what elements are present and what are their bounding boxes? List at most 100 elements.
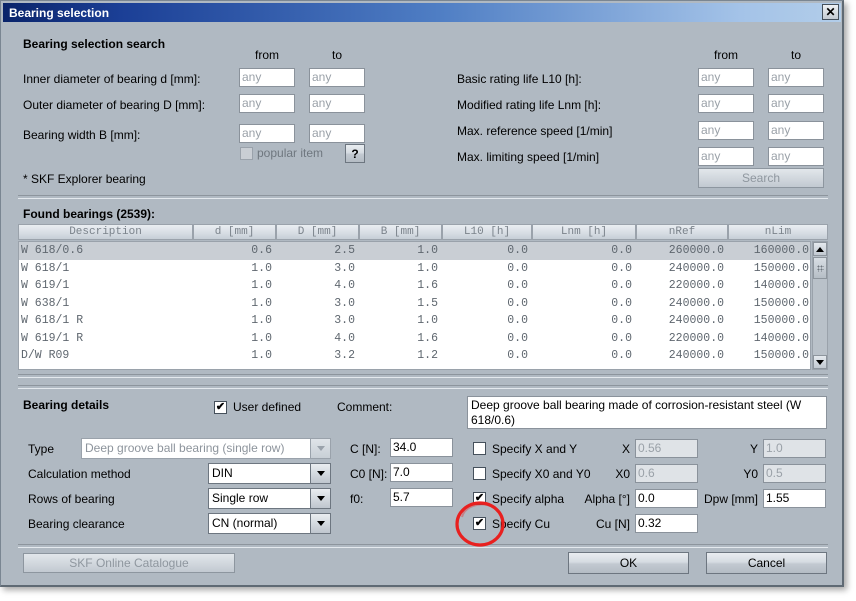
- basic-rating-life-from-input[interactable]: any: [698, 68, 754, 87]
- table-cell-D: 2.5: [334, 244, 355, 257]
- type-value: Deep groove ball bearing (single row): [85, 441, 285, 455]
- column-header-nref[interactable]: nRef: [636, 224, 728, 240]
- f0-input[interactable]: 5.7: [390, 488, 453, 507]
- calculation-method-dropdown[interactable]: DIN: [208, 463, 331, 484]
- table-body[interactable]: W 618/0.6 0.6 2.5 1.0 0.0 0.0 260000.0 160000.0…: [18, 241, 811, 370]
- specify-cu-checkbox[interactable]: ✔: [473, 517, 486, 530]
- left-from-header: from: [255, 48, 279, 62]
- triangle-down-icon[interactable]: [813, 355, 827, 369]
- inner-diameter-from-input[interactable]: any: [239, 68, 295, 87]
- table-row[interactable]: W 619/1 R 1.0 4.0 1.6 0.0 0.0 220000.0 140000.0: [19, 330, 810, 348]
- max-reference-speed-from-input[interactable]: any: [698, 121, 754, 140]
- inner-diameter-to-input[interactable]: any: [309, 68, 365, 87]
- bearing-width-label: Bearing width B [mm]:: [23, 128, 141, 142]
- table-row[interactable]: W 619/1 1.0 4.0 1.6 0.0 0.0 220000.0 140000.0: [19, 277, 810, 295]
- x0-input[interactable]: 0.6: [635, 464, 698, 483]
- user-defined-checkbox[interactable]: ✔: [214, 401, 227, 414]
- max-limiting-speed-from-input[interactable]: any: [698, 147, 754, 166]
- y-input[interactable]: 1.0: [763, 439, 826, 458]
- bearing-width-to-input[interactable]: any: [309, 124, 365, 143]
- bearing-clearance-dropdown[interactable]: CN (normal): [208, 513, 331, 534]
- table-cell-d: 1.0: [251, 331, 272, 345]
- table-row[interactable]: W 618/1 1.0 3.0 1.0 0.0 0.0 240000.0 150000.0: [19, 260, 810, 278]
- column-header-D[interactable]: D [mm]: [276, 224, 359, 240]
- column-header-l10[interactable]: L10 [h]: [442, 224, 532, 240]
- modified-rating-life-from-input[interactable]: any: [698, 94, 754, 113]
- skf-online-catalogue-button[interactable]: SKF Online Catalogue: [23, 553, 235, 573]
- cu-input[interactable]: 0.32: [635, 514, 698, 533]
- table-cell-nRef: 240000.0: [668, 314, 724, 327]
- calculation-method-label: Calculation method: [28, 467, 131, 481]
- inner-diameter-label: Inner diameter of bearing d [mm]:: [23, 72, 201, 86]
- table-cell-nLim: 150000.0: [753, 314, 809, 327]
- chevron-down-icon[interactable]: [310, 464, 330, 483]
- c-label: C [N]:: [350, 442, 381, 456]
- rows-of-bearing-dropdown[interactable]: Single row: [208, 488, 331, 509]
- close-icon[interactable]: ✕: [822, 4, 839, 20]
- table-cell-desc: W 618/0.6: [21, 244, 84, 257]
- column-header-d[interactable]: d [mm]: [193, 224, 276, 240]
- chevron-down-icon[interactable]: [310, 514, 330, 533]
- table-cell-Lnm: 0.0: [611, 314, 632, 327]
- y0-input[interactable]: 0.5: [763, 464, 826, 483]
- basic-rating-life-to-input[interactable]: any: [768, 68, 824, 87]
- cancel-button[interactable]: Cancel: [706, 552, 827, 574]
- table-cell-D: 4.0: [334, 331, 355, 345]
- column-header-description[interactable]: Description: [18, 224, 193, 240]
- table-row[interactable]: W 618/0.6 0.6 2.5 1.0 0.0 0.0 260000.0 160000.0: [19, 242, 810, 260]
- table-cell-Lnm: 0.0: [611, 261, 632, 275]
- bearing-width-from-input[interactable]: any: [239, 124, 295, 143]
- comment-label: Comment:: [337, 400, 393, 414]
- ok-button[interactable]: OK: [568, 552, 689, 574]
- x-label: X: [621, 442, 630, 456]
- table-cell-d: 1.0: [251, 261, 272, 275]
- table-cell-nRef: 260000.0: [668, 244, 724, 257]
- specify-xy-checkbox[interactable]: [473, 442, 486, 455]
- bearing-details-heading: Bearing details: [23, 398, 110, 412]
- scrollbar-thumb[interactable]: [813, 257, 827, 279]
- table-cell-B: 1.2: [417, 349, 438, 362]
- table-cell-nLim: 150000.0: [753, 261, 809, 275]
- c-input[interactable]: 34.0: [390, 438, 453, 457]
- table-cell-Lnm: 0.0: [611, 296, 632, 310]
- table-cell-nRef: 220000.0: [668, 331, 724, 345]
- table-row[interactable]: W 638/1 1.0 3.0 1.5 0.0 0.0 240000.0 150000.0: [19, 295, 810, 313]
- triangle-up-icon[interactable]: [813, 242, 827, 256]
- dpw-input[interactable]: 1.55: [763, 489, 826, 508]
- modified-rating-life-to-input[interactable]: any: [768, 94, 824, 113]
- chevron-down-icon[interactable]: [310, 439, 330, 458]
- table-cell-L10: 0.0: [507, 331, 528, 345]
- outer-diameter-to-input[interactable]: any: [309, 94, 365, 113]
- chevron-down-icon[interactable]: [310, 489, 330, 508]
- table-cell-B: 1.0: [417, 244, 438, 257]
- found-bearings-table: Description d [mm] D [mm] B [mm] L10 [h]…: [18, 224, 828, 371]
- outer-diameter-from-input[interactable]: any: [239, 94, 295, 113]
- table-cell-L10: 0.0: [507, 349, 528, 362]
- outer-diameter-label: Outer diameter of bearing D [mm]:: [23, 98, 206, 112]
- table-cell-d: 1.0: [251, 296, 272, 310]
- table-row[interactable]: W 618/1 R 1.0 3.0 1.0 0.0 0.0 240000.0 150000.0: [19, 312, 810, 330]
- specify-x0y0-checkbox[interactable]: [473, 467, 486, 480]
- search-button[interactable]: Search: [698, 168, 824, 188]
- specify-alpha-checkbox[interactable]: ✔: [473, 492, 486, 505]
- column-header-B[interactable]: B [mm]: [359, 224, 442, 240]
- max-limiting-speed-to-input[interactable]: any: [768, 147, 824, 166]
- table-scrollbar[interactable]: [812, 241, 828, 370]
- column-header-nlim[interactable]: nLim: [728, 224, 828, 240]
- table-cell-L10: 0.0: [507, 296, 528, 310]
- popular-item-checkbox[interactable]: [240, 147, 253, 160]
- c0-input[interactable]: 7.0: [390, 463, 453, 482]
- window-title: Bearing selection: [9, 5, 110, 20]
- specify-alpha-label: Specify alpha: [492, 492, 565, 506]
- explorer-footnote: * SKF Explorer bearing: [23, 172, 146, 186]
- x-input[interactable]: 0.56: [635, 439, 698, 458]
- title-bar[interactable]: Bearing selection ✕: [3, 3, 841, 22]
- table-row[interactable]: D/W R09 1.0 3.2 1.2 0.0 0.0 240000.0 150000.0: [19, 347, 810, 365]
- max-reference-speed-to-input[interactable]: any: [768, 121, 824, 140]
- max-limiting-speed-label: Max. limiting speed [1/min]: [457, 150, 600, 164]
- table-cell-D: 4.0: [334, 279, 355, 292]
- comment-textarea[interactable]: Deep groove ball bearing made of corrosi…: [467, 396, 827, 429]
- help-button[interactable]: ?: [345, 144, 365, 163]
- type-dropdown[interactable]: Deep groove ball bearing (single row): [81, 438, 331, 459]
- column-header-lnm[interactable]: Lnm [h]: [532, 224, 636, 240]
